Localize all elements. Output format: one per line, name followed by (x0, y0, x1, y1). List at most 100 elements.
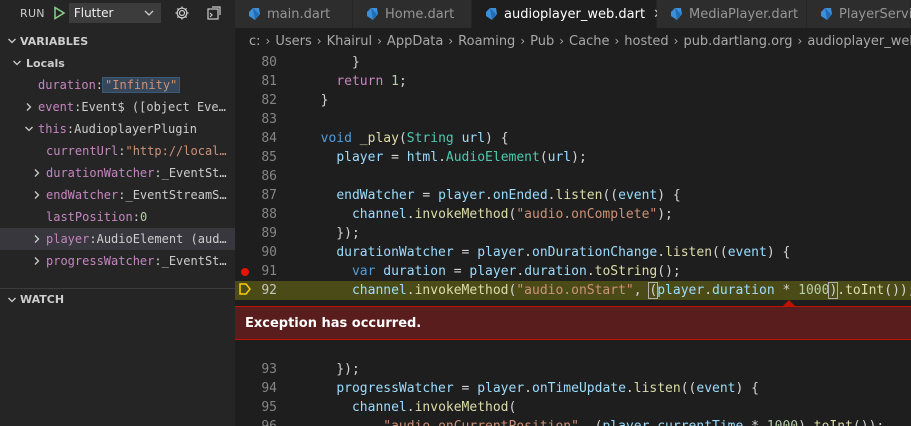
tab-audioplayer-web-dart[interactable]: audioplayer_web.dart ✕ (472, 0, 664, 28)
breadcrumb-item[interactable]: pub.dartlang.org (683, 34, 792, 49)
line-text: } (305, 55, 360, 70)
code-line: 83 (235, 110, 911, 129)
dart-file-icon (484, 7, 498, 21)
line-text: channel.invokeMethod("audio.onComplete")… (351, 207, 673, 222)
tab-label: main.dart (267, 6, 331, 22)
breadcrumb-item[interactable]: Khairul (327, 34, 373, 49)
breakpoint-icon[interactable] (241, 268, 249, 276)
current-line-arrow-icon (238, 282, 252, 300)
chevron-down-icon (4, 36, 20, 46)
variable-name: player (46, 232, 90, 246)
tab-label: PlayerServi (839, 6, 911, 22)
variable-name: durationWatcher (46, 166, 155, 180)
variable-value: "Infinity" (102, 77, 181, 93)
variable-name: endWatcher (46, 188, 119, 202)
variable-duration[interactable]: duration: "Infinity" (0, 74, 235, 96)
line-text: } (305, 93, 329, 108)
line-number: 95 (261, 400, 277, 415)
code-line: 96 "audio.onCurrentPosition", (player.cu… (235, 417, 911, 426)
exception-widget: Exception has occurred. (235, 306, 911, 340)
line-number: 87 (261, 188, 277, 203)
line-number: 88 (261, 207, 277, 222)
variable-currentUrl[interactable]: currentUrl: "http://local… (0, 140, 235, 162)
line-number: 94 (261, 381, 277, 396)
dart-file-icon (669, 7, 683, 21)
tab-playerservice-dart[interactable]: PlayerServi (807, 0, 911, 28)
line-number: 83 (261, 112, 277, 127)
tab-home-dart[interactable]: Home.dart (353, 0, 472, 28)
variable-name: duration (38, 78, 96, 92)
code-line-current: 92 channel.invokeMethod("audio.onStart",… (235, 281, 911, 300)
code-line: 91 var duration = player.duration.toStri… (235, 262, 911, 281)
tab-label: audioplayer_web.dart (504, 6, 646, 22)
variable-lastPosition[interactable]: lastPosition: 0 (0, 206, 235, 228)
variable-name: this (38, 122, 67, 136)
chevron-right-icon: › (559, 34, 565, 48)
breadcrumb-item[interactable]: Users (275, 34, 311, 49)
variable-player[interactable]: player: AudioElement (aud… (0, 228, 235, 250)
breadcrumb-item[interactable]: Roaming (458, 34, 515, 49)
variable-value: AudioplayerPlugin (74, 122, 197, 136)
debug-console-icon[interactable] (205, 4, 223, 22)
chevron-right-icon: › (520, 34, 526, 48)
run-label: RUN (20, 6, 45, 20)
code-line: 85 player = html.AudioElement(url); (235, 148, 911, 167)
exception-message: Exception has occurred. (245, 315, 422, 331)
play-icon[interactable] (51, 5, 67, 21)
code-editor: main.dart Home.dart audioplayer_web.dart… (235, 0, 911, 426)
variables-section-header[interactable]: VARIABLES (0, 30, 235, 52)
tab-label: MediaPlayer.dart (689, 6, 799, 22)
variable-event[interactable]: event: Event$ ([object Eve… (0, 96, 235, 118)
line-text: durationWatcher = player.onDurationChang… (336, 245, 791, 260)
chevron-down-icon (143, 7, 155, 22)
variable-value: _EventSt… (161, 254, 227, 268)
line-number: 82 (261, 93, 277, 108)
code-line: 81 return 1; (235, 72, 911, 91)
debug-sidebar: RUN Flutter VARIABLES Locals duration: "… (0, 0, 235, 426)
chevron-right-icon (30, 232, 44, 246)
code-line: 93 }); (235, 360, 911, 379)
line-text: var duration = player.duration.toString(… (351, 264, 681, 279)
variable-durationWatcher[interactable]: durationWatcher: _EventSt… (0, 162, 235, 184)
line-text: player = html.AudioElement(url); (336, 150, 587, 165)
chevron-right-icon: › (673, 34, 679, 48)
chevron-right-icon (30, 254, 44, 268)
variables-title: VARIABLES (20, 34, 89, 48)
tab-mediaplayer-dart[interactable]: MediaPlayer.dart (657, 0, 807, 28)
chevron-right-icon: › (448, 34, 454, 48)
variable-value: "http://local… (125, 144, 227, 158)
chevron-right-icon: › (316, 34, 322, 48)
breadcrumb-item[interactable]: AppData (387, 34, 443, 49)
breadcrumb-item[interactable]: Cache (569, 34, 609, 49)
breadcrumb-item[interactable]: audioplayer_web-0.7.1 (807, 34, 911, 49)
chevron-down-icon (10, 56, 24, 70)
launch-config-select[interactable]: Flutter (68, 3, 161, 23)
variable-endWatcher[interactable]: endWatcher: _EventStreamS… (0, 184, 235, 206)
line-text: channel.invokeMethod("audio.onStart", (p… (351, 282, 911, 299)
variable-value: AudioElement (aud… (96, 232, 227, 246)
line-text: void _play(String url) { (320, 131, 509, 146)
breadcrumb-item[interactable]: c: (249, 34, 261, 49)
variable-name: lastPosition (46, 210, 133, 224)
locals-scope[interactable]: Locals (0, 52, 235, 74)
variable-this[interactable]: this: AudioplayerPlugin (0, 118, 235, 140)
code-line: 95 channel.invokeMethod( (235, 398, 911, 417)
watch-title: WATCH (20, 293, 65, 306)
variable-name: currentUrl (46, 144, 119, 158)
chevron-right-icon: › (614, 34, 620, 48)
code-line: 84 void _play(String url) { (235, 129, 911, 148)
chevron-right-icon: › (265, 34, 271, 48)
breadcrumb-item[interactable]: Pub (530, 34, 554, 49)
breadcrumb-item[interactable]: hosted (624, 34, 668, 49)
editor-tabs: main.dart Home.dart audioplayer_web.dart… (235, 0, 911, 28)
gear-icon[interactable] (173, 4, 191, 22)
variable-progressWatcher[interactable]: progressWatcher: _EventSt… (0, 250, 235, 272)
launch-config-value: Flutter (73, 6, 114, 20)
tab-main-dart[interactable]: main.dart (235, 0, 353, 28)
line-number: 84 (261, 131, 277, 146)
line-number: 80 (261, 55, 277, 70)
line-number: 86 (261, 169, 277, 184)
watch-section-header[interactable]: WATCH (0, 288, 235, 310)
code-line: 94 progressWatcher = player.onTimeUpdate… (235, 379, 911, 398)
line-text: "audio.onCurrentPosition", (player.curre… (305, 419, 884, 426)
